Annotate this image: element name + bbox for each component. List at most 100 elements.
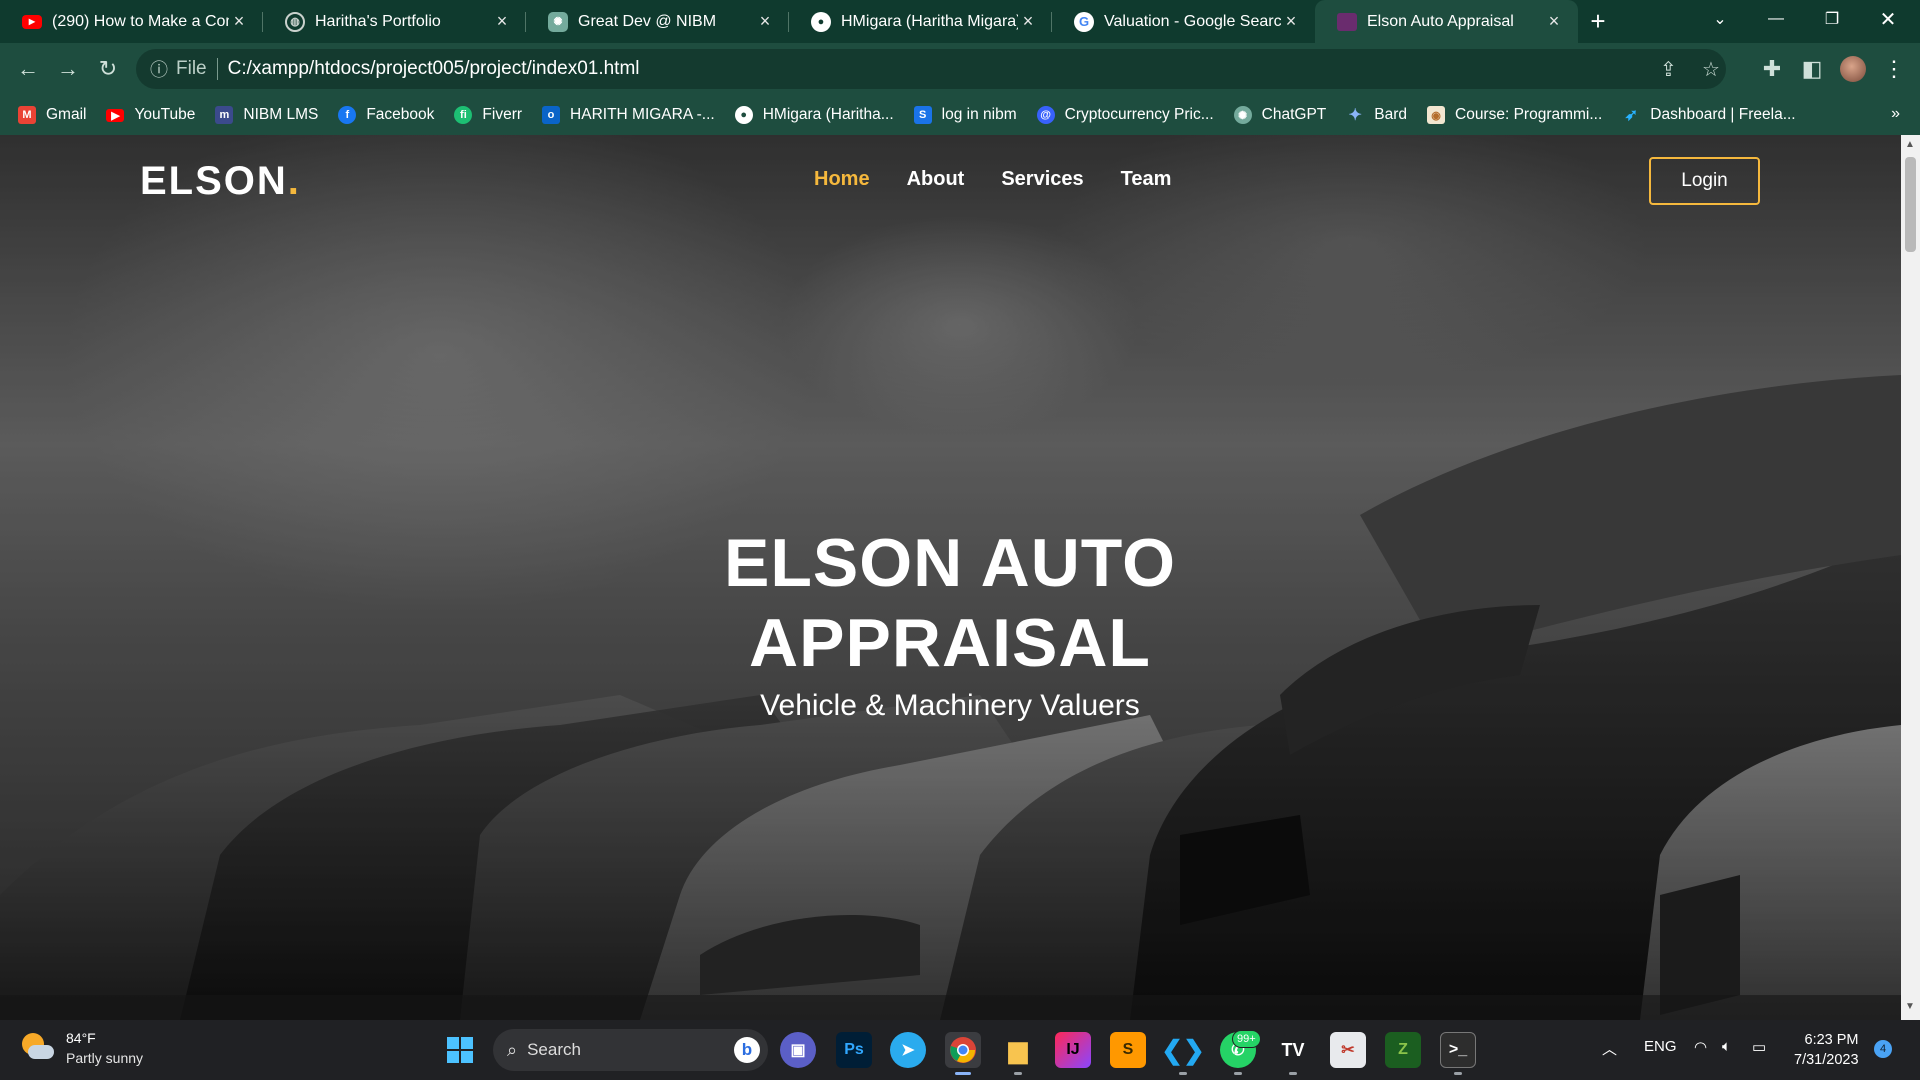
tab-close-icon[interactable]: × <box>229 11 249 32</box>
bookmark-outlook[interactable]: o HARITH MIGARA -... <box>542 106 715 124</box>
google-icon: G <box>1074 11 1094 32</box>
reload-icon[interactable]: ↻ <box>88 49 128 89</box>
scroll-down-arrow-icon[interactable]: ▼ <box>1905 1001 1915 1012</box>
bookmark-course[interactable]: ◉ Course: Programmi... <box>1427 106 1602 124</box>
partly-sunny-icon <box>20 1033 54 1063</box>
battery-icon[interactable]: ▭ <box>1752 1038 1766 1056</box>
site-nav: Home About Services Team <box>814 168 1208 191</box>
crypto-icon: @ <box>1036 106 1055 124</box>
search-placeholder: Search <box>527 1040 581 1059</box>
terminal-icon[interactable]: >_ <box>1440 1032 1476 1068</box>
volume-icon[interactable]: 🔈︎ <box>1722 1038 1731 1055</box>
bard-icon: ✦ <box>1348 107 1362 124</box>
nav-about[interactable]: About <box>907 168 965 191</box>
tab-portfolio[interactable]: ◍ Haritha's Portfolio × <box>263 0 526 43</box>
bookmark-facebook[interactable]: f Facebook <box>338 106 434 124</box>
minimize-button[interactable]: — <box>1756 0 1796 38</box>
sublime-text-icon[interactable]: S <box>1110 1032 1146 1068</box>
tab-title: Great Dev @ NIBM <box>578 12 717 30</box>
bookmark-freelancer[interactable]: ➶ Dashboard | Freela... <box>1622 106 1796 124</box>
hero-title-line: ELSON AUTO <box>723 525 1177 601</box>
photoshop-icon[interactable]: Ps <box>836 1032 872 1068</box>
nav-services[interactable]: Services <box>1001 168 1083 191</box>
intellij-icon[interactable]: IJ <box>1055 1032 1091 1068</box>
url-text[interactable]: C:/xampp/htdocs/project005/project/index… <box>228 58 640 80</box>
window-close-button[interactable]: ✕ <box>1868 0 1908 38</box>
scrollbar-thumb[interactable] <box>1905 157 1916 252</box>
bookmark-bard[interactable]: ✦ Bard <box>1346 106 1407 124</box>
app-indicator <box>1454 1072 1462 1075</box>
bookmark-github[interactable]: ● HMigara (Haritha... <box>734 106 894 124</box>
notification-badge[interactable]: 4 <box>1874 1040 1892 1058</box>
tradingview-icon[interactable]: TV <box>1275 1032 1311 1068</box>
telegram-icon[interactable]: ➤ <box>890 1032 926 1068</box>
teams-meet-icon[interactable]: ▣ <box>780 1032 816 1068</box>
screen: ▶ (290) How to Make a Comp × ◍ Haritha's… <box>0 0 1920 1080</box>
facebook-icon: f <box>338 106 357 124</box>
app-indicator <box>1179 1072 1187 1075</box>
snipping-tool-icon[interactable]: ✂ <box>1330 1032 1366 1068</box>
vscode-icon[interactable]: ❮❯ <box>1161 1032 1205 1068</box>
bookmark-cryptocurrency[interactable]: @ Cryptocurrency Pric... <box>1036 106 1214 124</box>
tab-close-icon[interactable]: × <box>1281 11 1301 32</box>
search-icon: ⌕ <box>507 1039 518 1060</box>
extensions-puzzle-icon[interactable]: ✚ <box>1752 49 1792 89</box>
profile-avatar[interactable] <box>1840 56 1866 82</box>
bookmark-star-icon[interactable]: ☆ <box>1702 49 1720 89</box>
tab-title: Haritha's Portfolio <box>315 12 441 30</box>
windows-start-icon[interactable] <box>442 1032 478 1068</box>
login-button[interactable]: Login <box>1649 157 1760 205</box>
new-tab-button[interactable]: + <box>1578 0 1618 43</box>
site-logo[interactable]: ELSON. <box>140 159 301 204</box>
bookmark-login-nibm[interactable]: Slog in nibm <box>913 106 1017 124</box>
page-scrollbar[interactable]: ▲ ▼ <box>1901 135 1920 1020</box>
tab-google-search[interactable]: G Valuation - Google Search × <box>1052 0 1315 43</box>
weather-desc: Partly sunny <box>66 1050 144 1066</box>
scroll-up-arrow-icon[interactable]: ▲ <box>1905 139 1915 150</box>
tab-github[interactable]: ● HMigara (Haritha Migara) · × <box>789 0 1052 43</box>
wifi-icon[interactable]: ◠ <box>1694 1038 1707 1056</box>
tab-close-icon[interactable]: × <box>755 11 775 32</box>
forward-arrow-icon[interactable]: → <box>48 49 88 89</box>
weather-widget[interactable]: 84°F Partly sunny <box>20 1028 143 1068</box>
menu-kebab-icon[interactable]: ⋮ <box>1874 49 1914 89</box>
bookmark-youtube[interactable]: ▶ YouTube <box>106 106 195 124</box>
taskbar-search-box[interactable]: ⌕ Search b <box>493 1029 768 1071</box>
side-panel-icon[interactable]: ◧ <box>1792 49 1832 89</box>
tab-great-dev[interactable]: ✺ Great Dev @ NIBM × <box>526 0 789 43</box>
tab-title: Valuation - Google Search <box>1104 12 1281 30</box>
chrome-icon[interactable] <box>945 1032 981 1068</box>
bookmark-nibm-lms[interactable]: m NIBM LMS <box>215 106 318 124</box>
bookmark-label: ChatGPT <box>1261 106 1327 123</box>
bookmark-gmail[interactable]: M Gmail <box>18 106 86 124</box>
clock-date: 7/31/2023 <box>1794 1052 1859 1068</box>
address-bar[interactable]: ⓘ File C:/xampp/htdocs/project005/projec… <box>136 49 1726 89</box>
weather-temp: 84°F <box>66 1030 96 1046</box>
info-icon[interactable]: ⓘ <box>150 56 168 82</box>
restore-button[interactable]: ❐ <box>1812 0 1852 38</box>
share-icon[interactable]: ⇪ <box>1660 49 1677 89</box>
language-indicator[interactable]: ENG <box>1644 1038 1677 1055</box>
s-icon: S <box>913 106 932 124</box>
excel-like-icon[interactable]: Z <box>1385 1032 1421 1068</box>
tab-title: HMigara (Haritha Migara) · <box>841 12 1018 30</box>
back-arrow-icon[interactable]: ← <box>8 49 48 89</box>
tab-youtube[interactable]: ▶ (290) How to Make a Comp × <box>0 0 263 43</box>
fiverr-icon: fi <box>454 106 473 124</box>
system-clock[interactable]: 6:23 PM 7/31/2023 <box>1794 1030 1859 1070</box>
app-indicator <box>1234 1072 1242 1075</box>
tab-close-icon[interactable]: × <box>492 11 512 32</box>
tab-search-chevron-icon[interactable]: ⌄ <box>1700 0 1740 38</box>
app-indicator <box>1289 1072 1297 1075</box>
nav-home[interactable]: Home <box>814 168 870 191</box>
bookmark-fiverr[interactable]: fi Fiverr <box>454 106 522 124</box>
tab-elson-active[interactable]: Elson Auto Appraisal × <box>1315 0 1578 43</box>
tray-overflow-chevron-icon[interactable]: ︿ <box>1602 1038 1617 1059</box>
tab-close-icon[interactable]: × <box>1018 11 1038 32</box>
bookmarks-more-chevron[interactable]: » <box>1891 105 1900 123</box>
bookmark-chatgpt[interactable]: ✺ ChatGPT <box>1233 106 1327 124</box>
tab-close-icon[interactable]: × <box>1544 11 1564 32</box>
scheme-label: File <box>176 58 218 80</box>
nav-team[interactable]: Team <box>1121 168 1172 191</box>
file-explorer-icon[interactable]: ▆ <box>1000 1032 1036 1068</box>
